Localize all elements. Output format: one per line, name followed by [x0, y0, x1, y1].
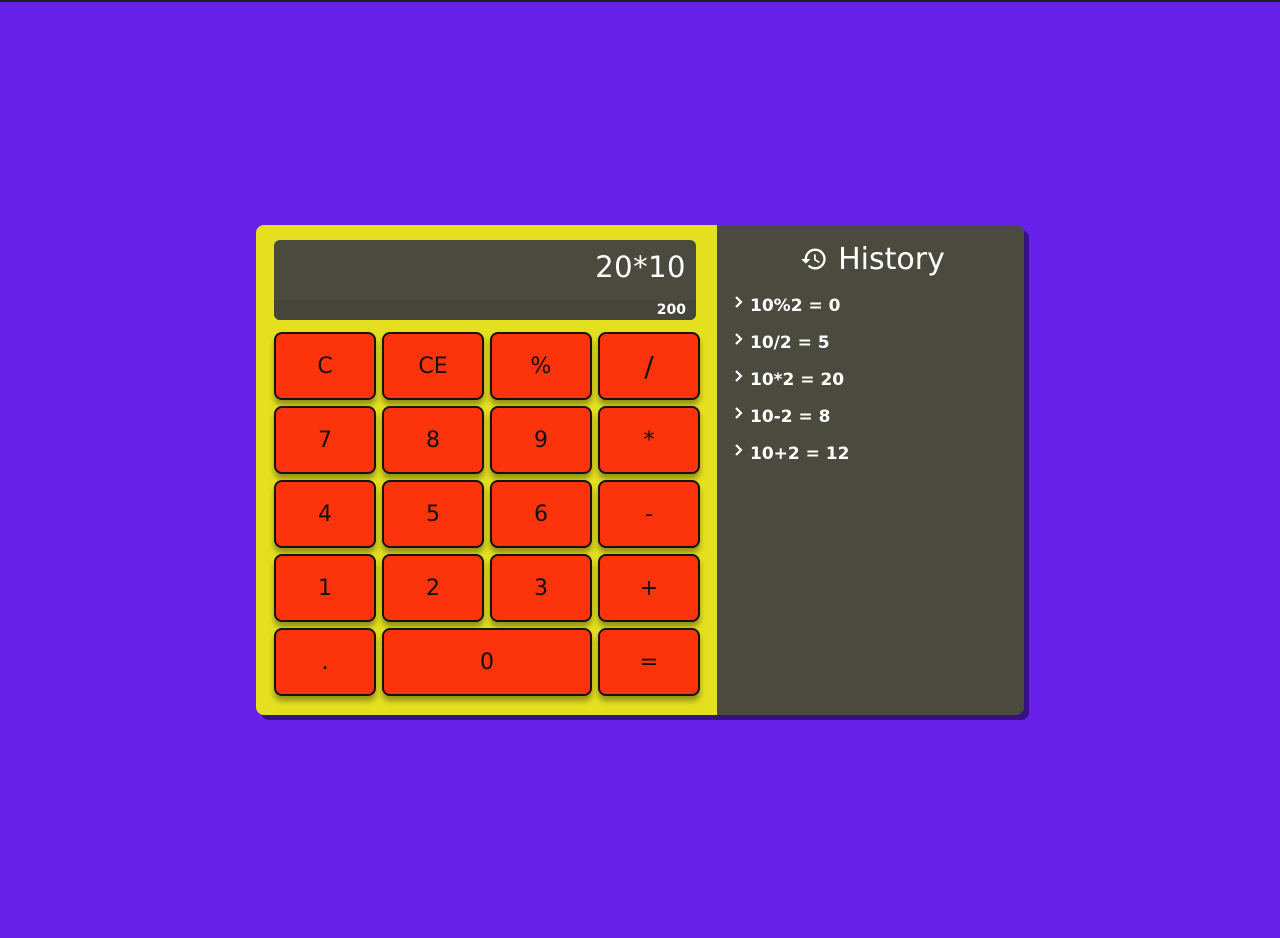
history-header: History: [737, 239, 1008, 279]
keypad: C CE % / 7 8 9 * 4 5 6 - 1 2 3 + . 0 =: [274, 332, 700, 696]
chevron-right-icon: [733, 369, 745, 383]
add-button[interactable]: +: [598, 554, 700, 622]
history-entry-text: 10%2 = 0: [750, 295, 841, 316]
equals-button[interactable]: =: [598, 628, 700, 696]
chevron-right-icon: [733, 443, 745, 457]
digit-1-button[interactable]: 1: [274, 554, 376, 622]
history-entry-text: 10*2 = 20: [750, 369, 845, 390]
history-title: History: [838, 241, 945, 277]
calculator-card: 20*10 200 C CE % / 7 8 9 * 4 5 6 - 1 2 3…: [256, 225, 1024, 715]
subtract-button[interactable]: -: [598, 480, 700, 548]
history-entry-text: 10-2 = 8: [750, 406, 831, 427]
digit-5-button[interactable]: 5: [382, 480, 484, 548]
display-result-strip: [274, 300, 696, 320]
display-expression: 20*10: [595, 250, 686, 284]
multiply-button[interactable]: *: [598, 406, 700, 474]
digit-6-button[interactable]: 6: [490, 480, 592, 548]
digit-4-button[interactable]: 4: [274, 480, 376, 548]
history-icon: [800, 245, 828, 273]
history-entry-text: 10+2 = 12: [750, 443, 850, 464]
history-item[interactable]: 10+2 = 12: [733, 435, 1008, 472]
history-item[interactable]: 10/2 = 5: [733, 324, 1008, 361]
clear-button[interactable]: C: [274, 332, 376, 400]
clear-entry-button[interactable]: CE: [382, 332, 484, 400]
divide-button[interactable]: /: [598, 332, 700, 400]
digit-8-button[interactable]: 8: [382, 406, 484, 474]
chevron-right-icon: [733, 295, 745, 309]
decimal-button[interactable]: .: [274, 628, 376, 696]
digit-2-button[interactable]: 2: [382, 554, 484, 622]
calculator-panel: 20*10 200 C CE % / 7 8 9 * 4 5 6 - 1 2 3…: [256, 225, 717, 715]
history-entry-text: 10/2 = 5: [750, 332, 830, 353]
history-item[interactable]: 10*2 = 20: [733, 361, 1008, 398]
chevron-right-icon: [733, 332, 745, 346]
history-item[interactable]: 10-2 = 8: [733, 398, 1008, 435]
digit-3-button[interactable]: 3: [490, 554, 592, 622]
digit-0-button[interactable]: 0: [382, 628, 592, 696]
history-list: 10%2 = 0 10/2 = 5 10*2 = 20 10-2 = 8 10+…: [733, 287, 1008, 472]
chevron-right-icon: [733, 406, 745, 420]
modulo-button[interactable]: %: [490, 332, 592, 400]
history-panel: History 10%2 = 0 10/2 = 5 10*2 = 20 10-2…: [717, 225, 1024, 715]
history-item[interactable]: 10%2 = 0: [733, 287, 1008, 324]
digit-7-button[interactable]: 7: [274, 406, 376, 474]
digit-9-button[interactable]: 9: [490, 406, 592, 474]
display-result: 200: [656, 302, 686, 318]
calculator-display: 20*10 200: [274, 240, 696, 320]
